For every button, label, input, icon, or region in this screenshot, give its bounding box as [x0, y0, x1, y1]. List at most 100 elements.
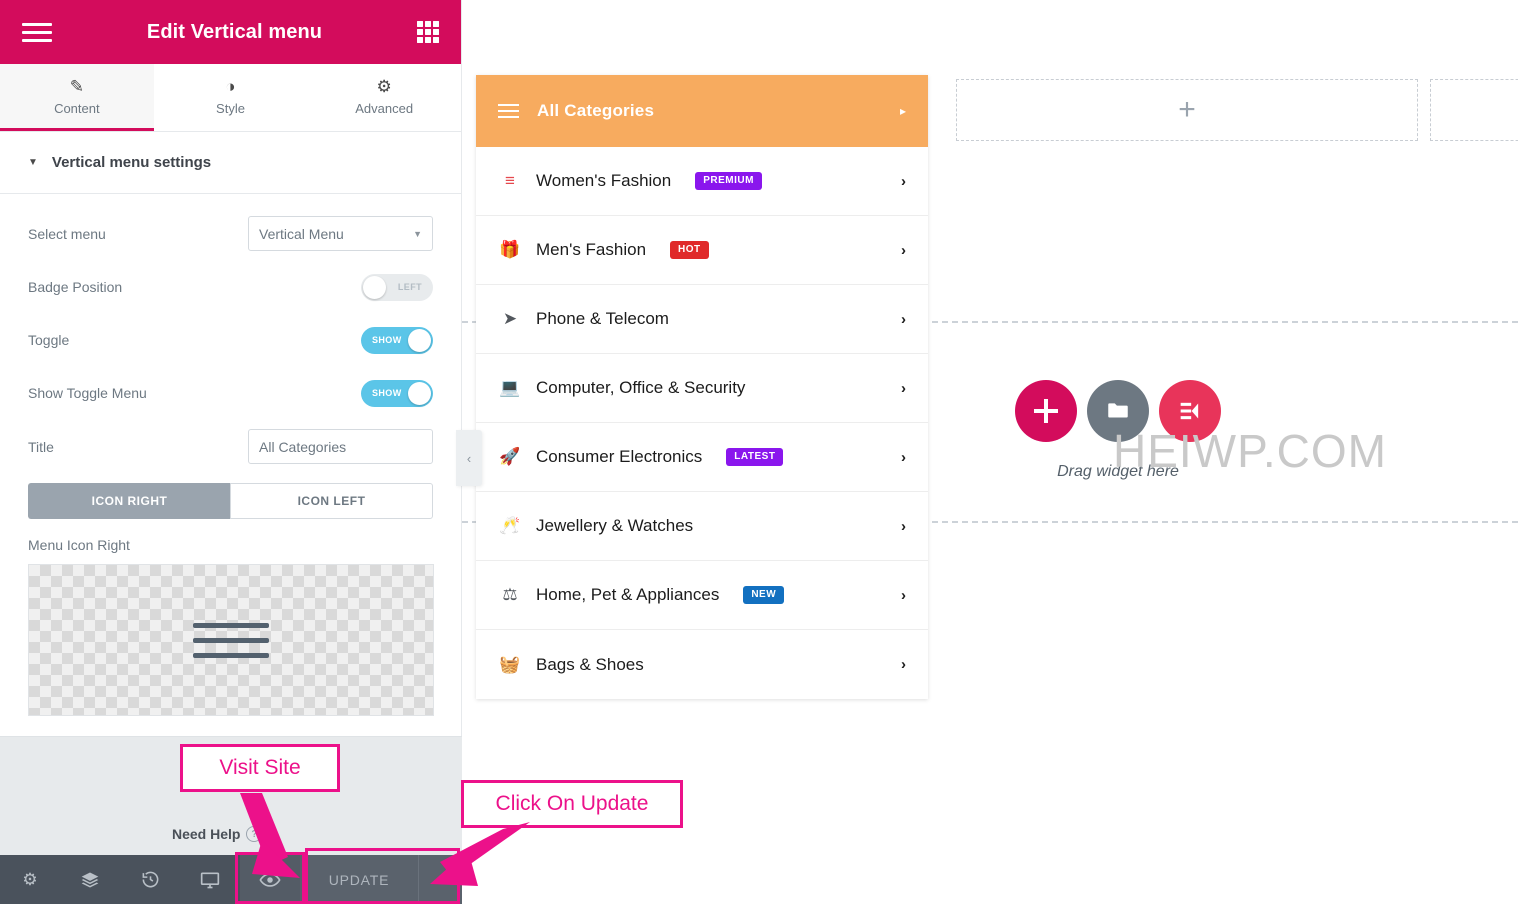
badge-position-state: LEFT — [397, 282, 422, 292]
add-section-plus-icon: + — [1178, 93, 1196, 126]
paper-plane-icon: ➤ — [502, 309, 518, 328]
show-toggle-menu-label: Show Toggle Menu — [28, 385, 147, 401]
callout-click-update: Click On Update — [461, 780, 683, 828]
tab-content-label: Content — [54, 100, 100, 116]
elementor-logo-icon[interactable] — [1159, 380, 1221, 442]
add-section-icon[interactable] — [1015, 380, 1077, 442]
chevron-right-icon: › — [901, 586, 906, 604]
red-lines-icon: ≡ — [505, 171, 515, 190]
badge-position-toggle[interactable]: LEFT — [361, 273, 433, 301]
panel-tabs: ✎ Content ◑ Style ⚙ Advanced — [0, 64, 461, 132]
vertical-menu-list: ≡ Women's Fashion PREMIUM › 🎁 Men's Fashion HO… — [476, 147, 928, 699]
menu-item-badge: PREMIUM — [695, 172, 762, 190]
cheers-glasses-icon: 🥂 — [499, 516, 521, 535]
empty-section-left[interactable]: + — [956, 79, 1418, 141]
empty-section-right[interactable] — [1430, 79, 1518, 141]
gear-icon: ⚙ — [376, 76, 392, 96]
gear-icon[interactable]: ⚙ — [0, 855, 60, 904]
toggle-knob — [408, 381, 431, 405]
elementor-editor: Edit Vertical menu ✎ Content ◑ Style ⚙ A… — [0, 0, 1518, 904]
highlight-preview-button — [235, 852, 305, 904]
gift-icon: 🎁 — [499, 240, 521, 259]
vertical-menu-widget: All Categories ▸ ≡ Women's Fashion PREMIUM… — [476, 75, 928, 699]
section-vertical-menu-settings[interactable]: ▼ Vertical menu settings — [0, 132, 461, 194]
title-label: Title — [28, 438, 54, 455]
monitor-icon[interactable] — [180, 855, 240, 904]
toggle-switch[interactable]: SHOW — [361, 326, 433, 354]
chevron-down-icon: ▼ — [28, 157, 38, 168]
icon-side-selector: ICON RIGHT ICON LEFT — [28, 483, 433, 519]
grid-apps-icon[interactable] — [416, 21, 439, 43]
history-revert-icon[interactable] — [120, 855, 180, 904]
control-title: Title — [28, 429, 433, 464]
drop-buttons — [1015, 380, 1221, 442]
scales-balance-icon: ⚖ — [502, 585, 518, 604]
hamburger-icon[interactable] — [22, 22, 52, 42]
hamburger-icon — [498, 104, 519, 118]
chevron-right-icon: › — [901, 656, 906, 673]
drag-widget-area: Drag widget here — [1015, 380, 1221, 481]
menu-item-label: Computer, Office & Security — [536, 378, 746, 397]
menu-item-label: Home, Pet & Appliances — [536, 585, 720, 604]
vertical-menu-header[interactable]: All Categories ▸ — [476, 75, 928, 147]
menu-item-label: Jewellery & Watches — [536, 516, 694, 535]
question-mark-icon: ? — [246, 826, 263, 842]
basket-icon: 🧺 — [499, 654, 521, 674]
menu-item[interactable]: ⚖ Home, Pet & Appliances NEW › — [476, 561, 928, 630]
icon-left-button[interactable]: ICON LEFT — [230, 483, 433, 519]
show-toggle-menu-state: SHOW — [372, 388, 402, 398]
toggle-state: SHOW — [372, 335, 402, 345]
callout-visit-site: Visit Site — [180, 744, 340, 792]
toggle-knob — [408, 328, 431, 352]
chevron-right-icon: › — [901, 379, 906, 397]
menu-item-label: Consumer Electronics — [536, 447, 703, 466]
page-title: Edit Vertical menu — [146, 20, 323, 43]
select-menu-label: Select menu — [28, 225, 106, 242]
tab-advanced-label: Advanced — [355, 100, 414, 116]
tab-style-label: Style — [216, 100, 245, 116]
menu-item[interactable]: ➤ Phone & Telecom › — [476, 285, 928, 354]
layers-icon[interactable] — [60, 855, 120, 904]
menu-item[interactable]: ≡ Women's Fashion PREMIUM › — [476, 147, 928, 216]
menu-item-badge: LATEST — [726, 448, 784, 466]
control-show-toggle-menu: Show Toggle Menu SHOW — [28, 376, 433, 410]
tab-content[interactable]: ✎ Content — [0, 64, 154, 131]
tab-style[interactable]: ◑ Style — [154, 64, 308, 131]
vertical-menu-header-title: All Categories — [537, 101, 655, 120]
control-toggle: Toggle SHOW — [28, 323, 433, 357]
show-toggle-menu-switch[interactable]: SHOW — [361, 379, 433, 407]
need-help-link[interactable]: Need Help ? — [172, 826, 263, 842]
icon-right-button[interactable]: ICON RIGHT — [28, 483, 230, 519]
chevron-right-icon: › — [901, 448, 906, 466]
control-badge-position: Badge Position LEFT — [28, 270, 433, 304]
folder-template-icon[interactable] — [1087, 380, 1149, 442]
menu-item[interactable]: 🚀 Consumer Electronics LATEST › — [476, 423, 928, 492]
badge-position-label: Badge Position — [28, 279, 123, 295]
toggle-label: Toggle — [28, 332, 70, 348]
menu-item-label: Bags & Shoes — [536, 654, 644, 674]
contrast-circle-icon: ◑ — [225, 76, 236, 96]
chevron-right-icon: › — [901, 172, 906, 190]
chevron-down-icon: ▼ — [413, 228, 422, 239]
menu-item-badge: NEW — [743, 586, 785, 604]
tab-advanced[interactable]: ⚙ Advanced — [307, 64, 461, 131]
panel-collapse-handle[interactable]: ‹ — [456, 430, 482, 486]
menu-item-badge: HOT — [670, 241, 709, 259]
select-menu-value: Vertical Menu — [259, 225, 344, 242]
select-menu-dropdown[interactable]: Vertical Menu ▼ — [248, 216, 433, 251]
menu-item[interactable]: 🎁 Men's Fashion HOT › — [476, 216, 928, 285]
menu-item[interactable]: 🥂 Jewellery & Watches › — [476, 492, 928, 561]
chevron-right-icon: ▸ — [899, 104, 906, 118]
menu-icon-right-label: Menu Icon Right — [28, 537, 130, 553]
highlight-update-button — [305, 848, 460, 904]
menu-item[interactable]: 💻 Computer, Office & Security › — [476, 354, 928, 423]
toggle-knob — [363, 275, 386, 299]
drag-widget-text: Drag widget here — [1057, 463, 1179, 480]
chevron-right-icon: › — [901, 310, 906, 328]
need-help-label: Need Help — [172, 826, 241, 842]
menu-item-label: Women's Fashion — [536, 171, 672, 190]
menu-item[interactable]: 🧺 Bags & Shoes › — [476, 630, 928, 699]
editor-canvas: + All Categories ▸ ≡ Women's Fashion PREMI… — [462, 0, 1518, 904]
menu-icon-right-preview[interactable] — [28, 564, 434, 716]
title-input[interactable] — [248, 429, 433, 464]
